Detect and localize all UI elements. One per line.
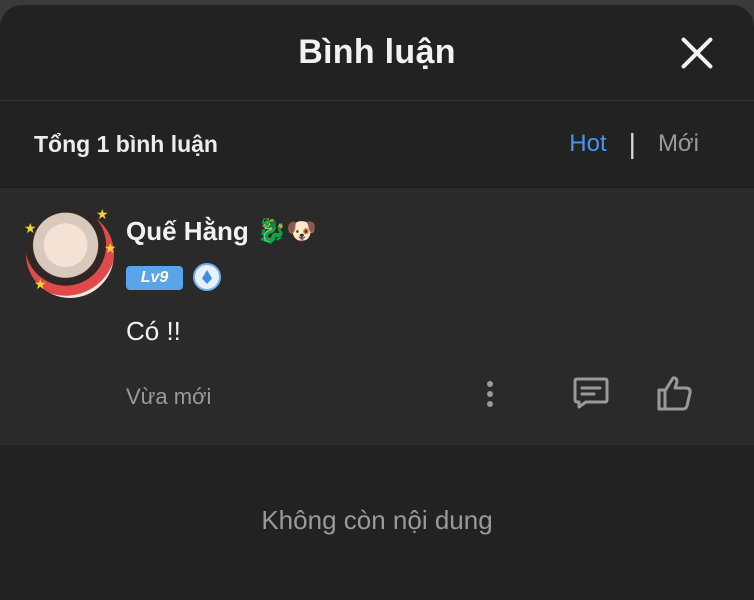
sheet-header: Bình luận — [0, 5, 754, 101]
comment-sheet: Bình luận Tổng 1 bình luận Hot | Mới ★ ★… — [0, 5, 754, 600]
comment-time: Vừa mới — [126, 384, 212, 409]
sort-new-tab[interactable]: Mới — [658, 130, 699, 158]
medal-icon — [193, 263, 221, 291]
comment-toolbar: Tổng 1 bình luận Hot | Mới — [0, 101, 754, 188]
comment-item: ★ ★ ★ ★ Quế Hằng 🐉🐶 Lv9 Có !! Vừa mới — [0, 188, 754, 445]
end-of-content: Không còn nội dung — [261, 505, 493, 535]
comment-text: Có !! — [126, 316, 181, 346]
star-icon: ★ — [24, 220, 37, 236]
star-icon: ★ — [104, 240, 117, 256]
author-emoji-badges: 🐉🐶 — [256, 218, 317, 245]
close-icon[interactable] — [680, 36, 714, 70]
star-icon: ★ — [34, 276, 47, 292]
more-options-icon[interactable] — [479, 379, 501, 411]
level-badge: Lv9 — [126, 266, 183, 290]
comment-author-row: Quế Hằng 🐉🐶 — [126, 216, 317, 247]
sheet-title: Bình luận — [298, 33, 456, 71]
sort-tabs: Hot | Mới — [569, 128, 699, 160]
avatar[interactable]: ★ ★ ★ ★ — [24, 206, 117, 298]
sort-hot-tab[interactable]: Hot — [569, 130, 606, 158]
comment-author[interactable]: Quế Hằng — [126, 216, 249, 247]
star-icon: ★ — [96, 206, 109, 222]
like-icon[interactable] — [655, 374, 693, 412]
sort-divider: | — [628, 128, 636, 159]
reply-icon[interactable] — [572, 376, 610, 410]
comment-count: Tổng 1 bình luận — [34, 130, 218, 157]
